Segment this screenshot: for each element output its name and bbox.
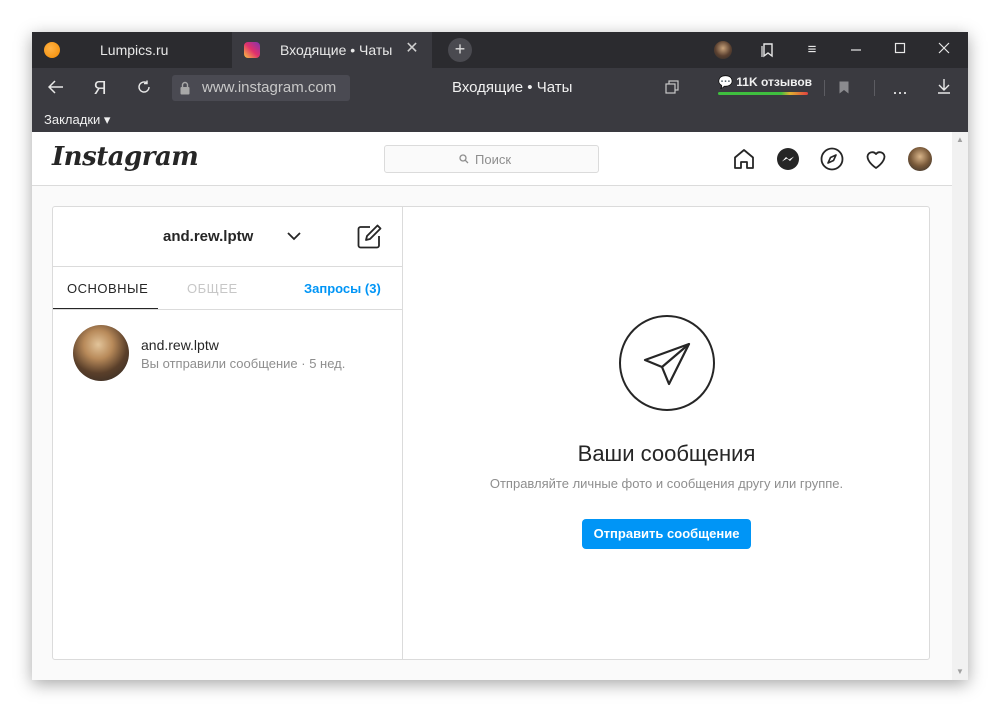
reviews-widget[interactable]: 💬 11K отзывов	[716, 74, 812, 96]
messenger-icon[interactable]	[776, 147, 800, 171]
tab-lumpics[interactable]: Lumpics.ru	[32, 32, 232, 68]
separator	[824, 80, 825, 96]
tab-requests[interactable]: Запросы (3)	[304, 281, 381, 296]
url-field[interactable]: www.instagram.com	[172, 75, 350, 101]
maximize-button[interactable]	[878, 32, 922, 68]
threads-column: and.rew.lptw ОСНОВНЫЕ ОБЩЕЕ Запросы (3) …	[53, 207, 403, 659]
direct-empty-circle	[619, 315, 715, 411]
chevron-down-icon[interactable]	[286, 228, 302, 244]
lock-icon	[180, 81, 190, 95]
scroll-up-icon[interactable]: ▲	[956, 136, 964, 144]
tab-title: Входящие • Чаты	[280, 42, 393, 58]
direct-panel: and.rew.lptw ОСНОВНЫЕ ОБЩЕЕ Запросы (3) …	[52, 206, 930, 660]
profile-avatar[interactable]	[908, 147, 932, 171]
scrollbar[interactable]: ▲ ▼	[952, 132, 968, 680]
threads-header: and.rew.lptw	[53, 207, 402, 267]
tab-bar: Lumpics.ru Входящие • Чаты ✕ + ≡	[32, 32, 968, 68]
tab-main[interactable]: ОСНОВНЫЕ	[67, 281, 148, 296]
thread-preview: Вы отправили сообщение · 5 нед.	[141, 356, 346, 371]
instagram-header: Instagram Поиск	[32, 132, 952, 186]
tabs-copy-icon[interactable]	[658, 74, 686, 102]
active-tab-indicator	[53, 308, 158, 309]
explore-icon[interactable]	[820, 147, 844, 171]
avatar	[73, 325, 129, 381]
heart-icon[interactable]	[864, 147, 888, 171]
search-placeholder: Поиск	[475, 152, 512, 167]
send-message-button[interactable]: Отправить сообщение	[582, 519, 751, 549]
bookmarks-menu[interactable]: Закладки ▾	[44, 112, 110, 128]
bookmark-icon[interactable]	[830, 74, 858, 102]
thread-tabs: ОСНОВНЫЕ ОБЩЕЕ Запросы (3)	[53, 267, 402, 310]
home-icon[interactable]	[732, 147, 756, 171]
scroll-down-icon[interactable]: ▼	[956, 668, 964, 676]
tab-close-icon[interactable]: ✕	[402, 39, 422, 59]
reviews-label: 11K отзывов	[736, 75, 813, 89]
reload-icon[interactable]	[130, 74, 158, 102]
address-bar: Я www.instagram.com Входящие • Чаты 💬 11…	[32, 68, 968, 108]
reviews-rating-bar	[718, 92, 808, 95]
paper-plane-icon	[643, 342, 691, 386]
more-button[interactable]: ...	[886, 74, 914, 102]
browser-window: Lumpics.ru Входящие • Чаты ✕ + ≡ Я www.i…	[32, 32, 968, 680]
list-item[interactable]: and.rew.lptw Вы отправили сообщение · 5 …	[53, 317, 402, 387]
bookmarks-bar: Закладки ▾	[32, 108, 968, 132]
empty-state-title: Ваши сообщения	[577, 441, 756, 466]
tab-instagram[interactable]: Входящие • Чаты ✕	[232, 32, 432, 68]
page-content: Instagram Поиск and.rew.lptw ОСНОВНЫЕ ОБ…	[32, 132, 952, 680]
separator	[874, 80, 875, 96]
back-arrow-icon[interactable]	[42, 74, 70, 102]
browser-profile-avatar[interactable]	[714, 41, 732, 59]
new-tab-button[interactable]: +	[448, 38, 472, 62]
page-title: Входящие • Чаты	[452, 79, 573, 96]
yandex-icon[interactable]: Я	[86, 74, 114, 102]
minimize-button[interactable]	[834, 32, 878, 68]
download-icon[interactable]	[930, 74, 958, 102]
instagram-favicon-icon	[244, 42, 260, 58]
search-input[interactable]: Поиск	[384, 145, 599, 173]
instagram-logo[interactable]: Instagram	[52, 142, 199, 172]
url-text: www.instagram.com	[202, 79, 337, 96]
close-window-button[interactable]	[922, 32, 966, 68]
tab-general[interactable]: ОБЩЕЕ	[187, 281, 238, 296]
menu-icon[interactable]: ≡	[790, 32, 834, 68]
thread-name: and.rew.lptw	[141, 337, 219, 353]
new-message-icon[interactable]	[357, 223, 383, 249]
collections-icon[interactable]	[746, 32, 790, 68]
comment-icon: 💬	[718, 75, 733, 89]
search-icon	[459, 154, 469, 164]
reviews-text: 💬 11K отзывов	[718, 75, 812, 89]
empty-state-subtitle: Отправляйте личные фото и сообщения друг…	[489, 476, 844, 491]
tab-title: Lumpics.ru	[100, 42, 169, 58]
lumpics-favicon-icon	[44, 42, 60, 58]
conversation-column: Ваши сообщения Отправляйте личные фото и…	[404, 207, 929, 659]
account-switcher[interactable]: and.rew.lptw	[163, 228, 253, 245]
